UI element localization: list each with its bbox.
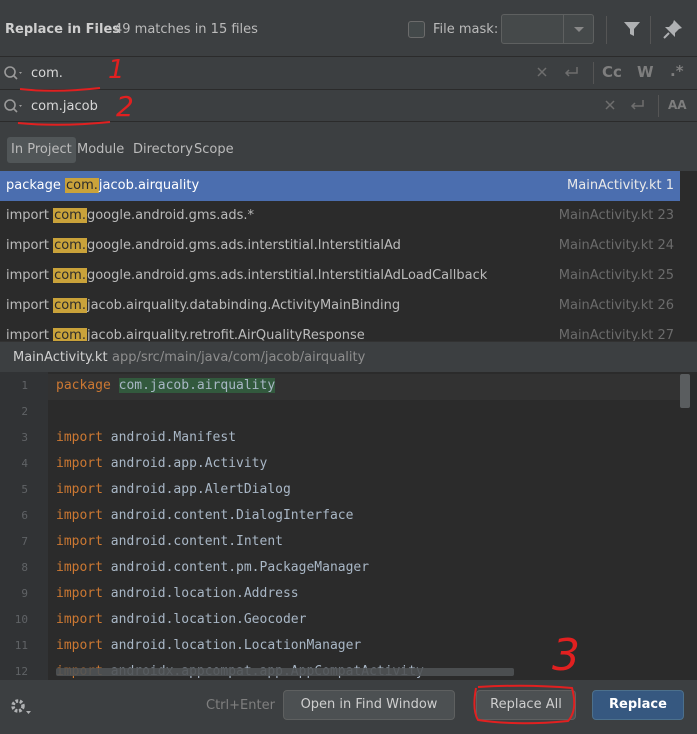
match-highlight: com.jacob.airquality xyxy=(118,378,276,393)
clear-find-icon[interactable] xyxy=(535,65,549,79)
result-row[interactable]: import com.jacob.airquality.databinding.… xyxy=(0,291,680,321)
scope-bar: In Project Module Directory Scope xyxy=(0,123,697,171)
line-number: 10 xyxy=(14,613,28,626)
line-number: 1 xyxy=(21,379,28,392)
chevron-down-icon xyxy=(574,27,584,32)
result-file: MainActivity.kt 23 xyxy=(558,208,674,223)
line-number: 9 xyxy=(21,587,28,600)
regex-toggle[interactable]: .* xyxy=(670,62,684,80)
dialog-title: Replace in Files xyxy=(5,22,120,37)
horizontal-scrollbar[interactable] xyxy=(56,668,514,676)
scope-tab-directory[interactable]: Directory xyxy=(133,137,193,163)
line-number: 12 xyxy=(14,665,28,678)
new-line-icon[interactable] xyxy=(628,98,646,112)
code-line: package com.jacob.airquality xyxy=(56,378,276,393)
result-text: package com.jacob.airquality xyxy=(6,178,200,193)
code-line: import android.location.LocationManager xyxy=(56,638,362,653)
line-number: 6 xyxy=(21,509,28,522)
new-line-icon[interactable] xyxy=(562,65,580,79)
match-highlight: com. xyxy=(65,178,99,193)
match-highlight: com. xyxy=(53,208,87,223)
result-row[interactable]: import com.google.android.gms.ads.inters… xyxy=(0,231,680,261)
open-in-find-window-button[interactable]: Open in Find Window xyxy=(283,690,455,720)
result-file: MainActivity.kt 25 xyxy=(558,268,674,283)
filter-icon[interactable] xyxy=(623,20,641,38)
result-file: MainActivity.kt 27 xyxy=(558,328,674,341)
annotation-number: 3 xyxy=(552,630,580,681)
result-file: MainActivity.kt 1 xyxy=(567,178,674,193)
line-number: 3 xyxy=(21,431,28,444)
match-case-toggle[interactable]: Cc xyxy=(602,63,622,81)
dialog-footer: Ctrl+Enter Open in Find Window Replace A… xyxy=(0,680,697,734)
result-text: import com.google.android.gms.ads.inters… xyxy=(6,268,488,283)
search-icon[interactable] xyxy=(3,65,27,81)
preserve-case-toggle[interactable]: AA xyxy=(668,98,687,112)
find-input[interactable]: com. xyxy=(31,66,63,81)
result-file: MainActivity.kt 26 xyxy=(558,298,674,313)
result-row[interactable]: package com.jacob.airquality MainActivit… xyxy=(0,171,680,201)
scope-tab-scope[interactable]: Scope xyxy=(194,137,234,163)
gear-icon[interactable] xyxy=(8,696,34,718)
code-line: import android.location.Address xyxy=(56,586,299,601)
divider xyxy=(658,95,659,117)
divider xyxy=(606,16,607,44)
clear-replace-icon[interactable] xyxy=(603,98,617,112)
scope-tab-module[interactable]: Module xyxy=(77,137,124,163)
result-file: MainActivity.kt 24 xyxy=(558,238,674,253)
preview-file-path: app/src/main/java/com/jacob/airquality xyxy=(112,350,366,365)
words-toggle[interactable]: W xyxy=(637,63,654,81)
code-preview[interactable]: 1 package com.jacob.airquality 2 3 impor… xyxy=(0,372,697,680)
match-highlight: com. xyxy=(53,238,87,253)
file-mask-dropdown-button[interactable] xyxy=(563,15,593,43)
result-row[interactable]: import com.google.android.gms.ads.inters… xyxy=(0,261,680,291)
line-number: 4 xyxy=(21,457,28,470)
code-line: import android.content.pm.PackageManager xyxy=(56,560,370,575)
result-text: import com.jacob.airquality.databinding.… xyxy=(6,298,401,313)
match-highlight: com. xyxy=(53,328,87,341)
find-row: com. Cc W .* xyxy=(0,56,697,89)
shortcut-hint: Ctrl+Enter xyxy=(206,698,275,713)
results-list: package com.jacob.airquality MainActivit… xyxy=(0,171,697,341)
code-line: import android.content.DialogInterface xyxy=(56,508,354,523)
code-line: import android.app.AlertDialog xyxy=(56,482,291,497)
result-row[interactable]: import com.google.android.gms.ads.* Main… xyxy=(0,201,680,231)
vertical-scrollbar[interactable] xyxy=(680,374,690,408)
result-text: import com.google.android.gms.ads.inters… xyxy=(6,238,401,253)
divider xyxy=(650,16,651,44)
line-number: 2 xyxy=(21,405,28,418)
file-mask-checkbox[interactable] xyxy=(408,21,425,38)
code-line: import android.content.Intent xyxy=(56,534,283,549)
line-number: 8 xyxy=(21,561,28,574)
match-highlight: com. xyxy=(53,298,87,313)
pin-icon[interactable] xyxy=(663,19,683,39)
replace-row: com.jacob AA xyxy=(0,89,697,122)
result-text: import com.google.android.gms.ads.* xyxy=(6,208,255,223)
preview-header: MainActivity.kt app/src/main/java/com/ja… xyxy=(0,341,697,372)
annotation-number: 1 xyxy=(108,55,125,85)
replace-input[interactable]: com.jacob xyxy=(31,99,98,114)
search-icon[interactable] xyxy=(3,98,27,114)
divider xyxy=(593,62,594,84)
code-line: import android.location.Geocoder xyxy=(56,612,307,627)
line-number: 11 xyxy=(14,639,28,652)
result-text: import com.jacob.airquality.retrofit.Air… xyxy=(6,328,365,341)
replace-all-button[interactable]: Replace All xyxy=(476,690,576,720)
file-mask-label: File mask: xyxy=(433,22,499,37)
preview-file-name: MainActivity.kt xyxy=(13,350,108,365)
result-row[interactable]: import com.jacob.airquality.retrofit.Air… xyxy=(0,321,680,341)
line-number: 7 xyxy=(21,535,28,548)
replace-button[interactable]: Replace xyxy=(592,690,684,720)
annotation-number: 2 xyxy=(116,90,134,123)
match-count: 49 matches in 15 files xyxy=(114,22,258,37)
line-gutter xyxy=(0,372,48,680)
code-line: import android.app.Activity xyxy=(56,456,268,471)
scope-tab-in-project[interactable]: In Project xyxy=(7,137,76,163)
dialog-header: Replace in Files 49 matches in 15 files … xyxy=(0,0,697,58)
code-line: import android.Manifest xyxy=(56,430,237,445)
line-number: 5 xyxy=(21,483,28,496)
match-highlight: com. xyxy=(53,268,87,283)
